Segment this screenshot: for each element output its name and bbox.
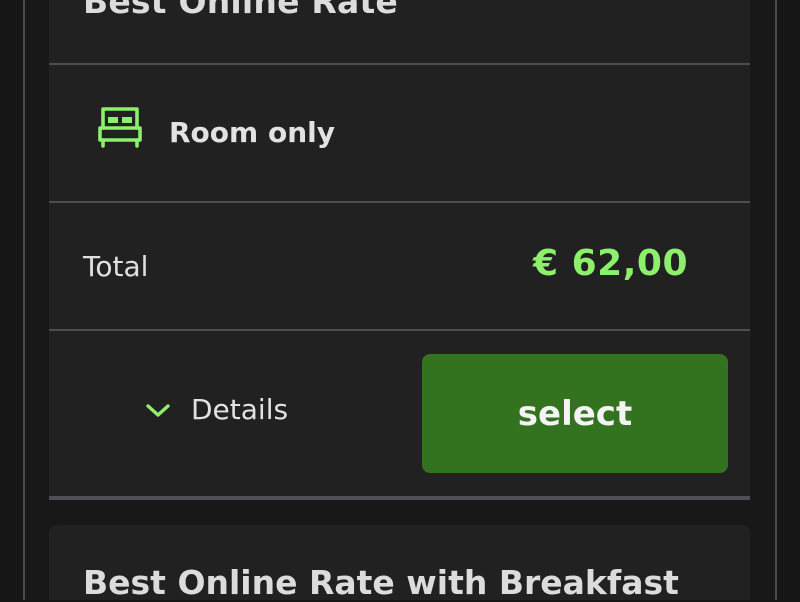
details-toggle[interactable]: Details xyxy=(145,393,288,426)
rate-card: Best Online Rate with Breakfast xyxy=(49,525,750,602)
select-button[interactable]: select xyxy=(422,354,728,473)
rate-card-header: Best Online Rate xyxy=(49,0,750,64)
card-bottom-border xyxy=(49,496,750,500)
total-price: € 62,00 xyxy=(533,243,688,284)
total-row: Total € 62,00 xyxy=(49,203,750,329)
meal-plan-label: Room only xyxy=(169,116,335,149)
total-label: Total xyxy=(83,250,149,283)
rate-title: Best Online Rate xyxy=(83,0,399,21)
rate-title: Best Online Rate with Breakfast xyxy=(83,563,679,602)
meal-plan-row: Room only xyxy=(49,65,750,201)
details-label: Details xyxy=(191,393,289,426)
actions-row: Details select xyxy=(49,331,750,496)
bed-icon xyxy=(98,107,142,148)
chevron-down-icon xyxy=(146,403,170,417)
rate-card: Best Online Rate Room only Total € 62,00… xyxy=(49,0,750,500)
